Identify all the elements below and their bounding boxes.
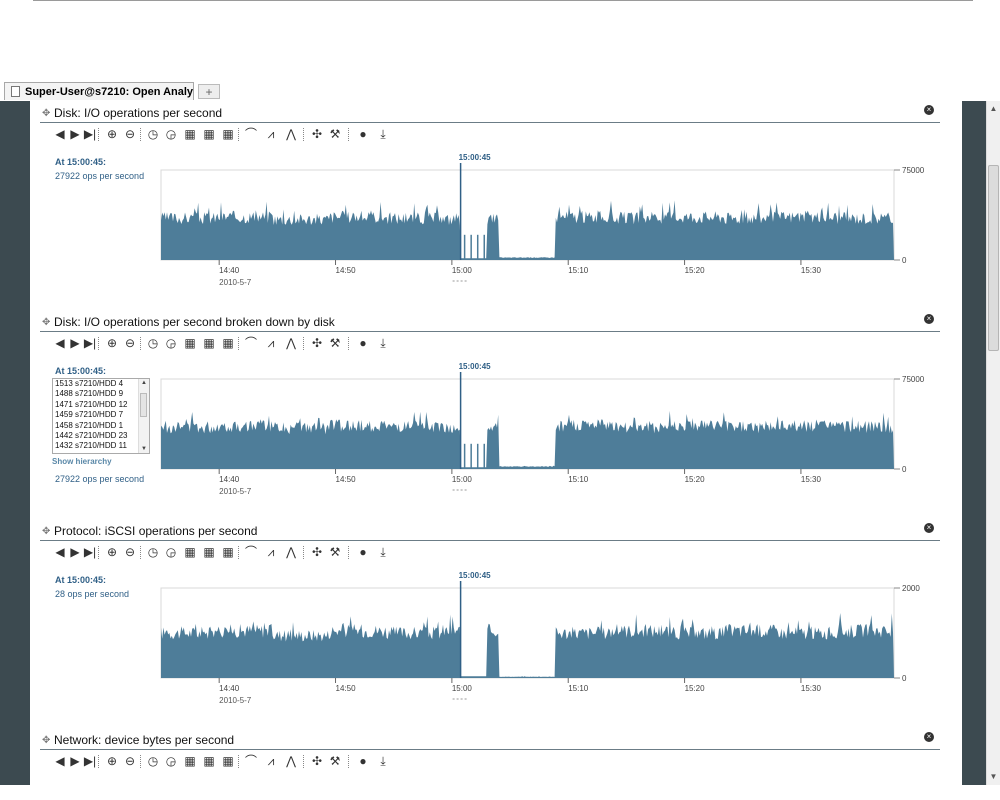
y-max-label: 75000 bbox=[902, 375, 925, 384]
bottom-strip bbox=[0, 785, 1000, 800]
toolbar-separator bbox=[303, 755, 305, 768]
gap-spike bbox=[483, 443, 486, 469]
gap-spike bbox=[470, 234, 472, 260]
x-tick-label: 15:30 bbox=[801, 684, 822, 693]
x-tick-label: 15:30 bbox=[801, 475, 822, 484]
panel-title: Network: device bytes per second bbox=[54, 733, 235, 747]
fit-icon[interactable]: ✣ bbox=[309, 754, 325, 768]
cursor-time-label: 15:00:45 bbox=[459, 153, 492, 162]
chart-disk-iops-by-disk[interactable]: 15:00:45 75000 0 14:40 14:50 15:00 15:10 15:20 1… bbox=[30, 310, 962, 519]
chart-disk-iops[interactable]: 15:00:45 75000 0 14:40 14:50 15:00 15:10 15:20 1… bbox=[30, 101, 962, 310]
document-icon bbox=[11, 86, 20, 97]
table-icon[interactable]: ▦ bbox=[220, 754, 236, 768]
x-tick-label: 14:40 bbox=[219, 684, 240, 693]
scroll-down-icon[interactable]: ▼ bbox=[988, 771, 999, 783]
new-tab-button[interactable]: + bbox=[198, 84, 220, 99]
gap-spike bbox=[463, 443, 466, 469]
clock-alt-icon[interactable]: ◶ bbox=[163, 754, 179, 768]
y-max-label: 2000 bbox=[902, 584, 920, 593]
x-tick-label: 14:50 bbox=[336, 475, 357, 484]
worksheet: ✥ Disk: I/O operations per second × ◀ ▶ ▶|… bbox=[30, 101, 962, 785]
x-tick-label: 14:50 bbox=[336, 684, 357, 693]
top-border bbox=[33, 0, 973, 1]
move-handle-icon[interactable]: ✥ bbox=[42, 735, 50, 746]
date-label: 2010-5-7 bbox=[219, 487, 252, 496]
cursor-time-label: 15:00:45 bbox=[459, 362, 492, 371]
x-tick-label: 15:00 bbox=[452, 266, 473, 275]
x-tick-label: 15:00 bbox=[452, 684, 473, 693]
calendar-week-icon[interactable]: ▦ bbox=[201, 754, 217, 768]
x-tick-label: 14:50 bbox=[336, 266, 357, 275]
close-icon[interactable]: × bbox=[924, 732, 934, 742]
page-scrollbar[interactable]: ▲ ▼ bbox=[986, 101, 1000, 785]
back-icon[interactable]: ◀ bbox=[52, 754, 68, 768]
panel-disk-iops-by-disk: ✥ Disk: I/O operations per second broken… bbox=[30, 310, 962, 519]
panel-toolbar: ◀ ▶ ▶| ⊕ ⊖ ◷ ◶ ▦ ▦ ▦ ⌒ ⩘ ⋀ ✣ ⚒ ● ⤓ bbox=[52, 754, 452, 770]
scroll-up-icon[interactable]: ▲ bbox=[988, 103, 999, 115]
left-sidebar bbox=[0, 101, 30, 785]
x-tick-label: 15:10 bbox=[568, 266, 589, 275]
calendar-icon[interactable]: ▦ bbox=[182, 754, 198, 768]
x-tick-label: 14:40 bbox=[219, 266, 240, 275]
panel-disk-iops: ✥ Disk: I/O operations per second × ◀ ▶ ▶|… bbox=[30, 101, 962, 310]
scroll-thumb[interactable] bbox=[988, 165, 999, 351]
drilldown-icon[interactable]: ⩘ bbox=[263, 754, 279, 768]
x-tick-label: 15:00 bbox=[452, 475, 473, 484]
x-tick-label: 15:20 bbox=[685, 475, 706, 484]
x-tick-label: 15:10 bbox=[568, 475, 589, 484]
compare-icon[interactable]: ⋀ bbox=[283, 754, 299, 768]
clock-icon[interactable]: ◷ bbox=[145, 754, 161, 768]
panel-header: ✥ Network: device bytes per second × bbox=[40, 732, 940, 750]
jump-end-icon[interactable]: ▶| bbox=[82, 754, 98, 768]
toolbar-separator bbox=[98, 755, 100, 768]
y-min-label: 0 bbox=[902, 465, 907, 474]
y-max-label: 75000 bbox=[902, 166, 925, 175]
download-icon[interactable]: ⤓ bbox=[375, 754, 391, 768]
x-tick-label: 15:20 bbox=[685, 684, 706, 693]
date-label: 2010-5-7 bbox=[219, 278, 252, 287]
browser-tab[interactable]: Super-User@s7210: Open Analytics ... bbox=[4, 82, 194, 100]
record-icon[interactable]: ● bbox=[355, 754, 371, 768]
tab-title: Super-User@s7210: Open Analytics ... bbox=[25, 86, 194, 98]
chart-iscsi-ops[interactable]: 15:00:45 2000 0 14:40 14:50 15:00 15:10 15:20 15… bbox=[30, 519, 962, 728]
gap-spike bbox=[470, 443, 472, 469]
panel-network-bytes: ✥ Network: device bytes per second × ◀ ▶ ▶… bbox=[30, 728, 962, 785]
date-label: 2010-5-7 bbox=[219, 696, 252, 705]
gap-spike bbox=[463, 234, 466, 260]
forward-icon[interactable]: ▶ bbox=[67, 754, 83, 768]
right-sidebar bbox=[962, 101, 986, 785]
cursor-time-label: 15:00:45 bbox=[459, 571, 492, 580]
x-tick-label: 15:10 bbox=[568, 684, 589, 693]
x-tick-label: 15:30 bbox=[801, 266, 822, 275]
gap-spike bbox=[476, 443, 479, 469]
tab-bar: Super-User@s7210: Open Analytics ... + bbox=[0, 80, 1000, 102]
zoom-in-icon[interactable]: ⊕ bbox=[104, 754, 120, 768]
trend-line-icon[interactable]: ⌒ bbox=[243, 754, 259, 768]
x-tick-label: 14:40 bbox=[219, 475, 240, 484]
toolbar-separator bbox=[348, 755, 350, 768]
toolbar-separator bbox=[238, 755, 240, 768]
panel-iscsi-ops: ✥ Protocol: iSCSI operations per second … bbox=[30, 519, 962, 728]
zoom-out-icon[interactable]: ⊖ bbox=[122, 754, 138, 768]
gap-spike bbox=[476, 234, 479, 260]
toolbar-separator bbox=[140, 755, 142, 768]
x-tick-label: 15:20 bbox=[685, 266, 706, 275]
gap-spike bbox=[483, 234, 486, 260]
y-min-label: 0 bbox=[902, 256, 907, 265]
tools-icon[interactable]: ⚒ bbox=[327, 754, 343, 768]
y-min-label: 0 bbox=[902, 674, 907, 683]
